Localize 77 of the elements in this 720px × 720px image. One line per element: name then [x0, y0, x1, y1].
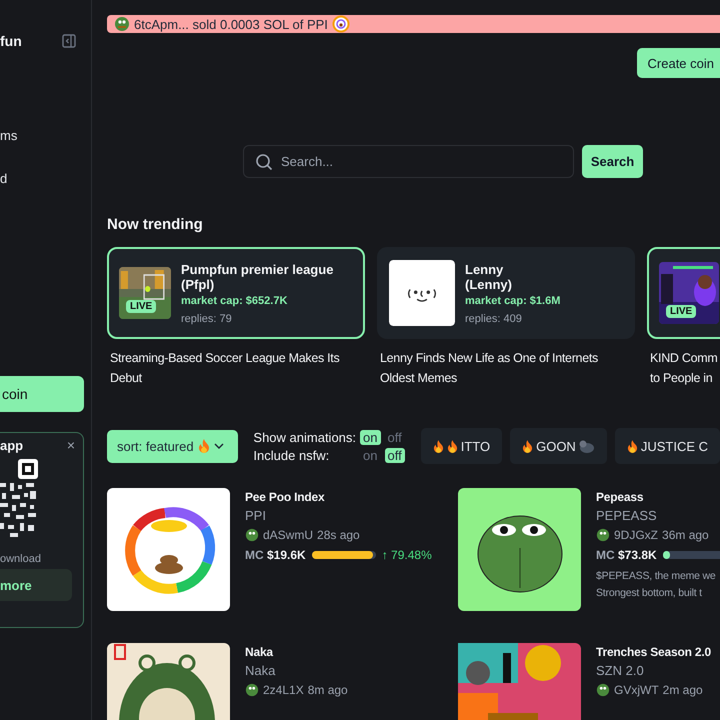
nav-item[interactable]: d [0, 171, 91, 186]
section-title: Now trending [107, 216, 204, 233]
coin-ticker: PEPEASS [596, 508, 658, 523]
headline[interactable]: KIND Comm to People in [647, 348, 720, 388]
live-badge: LIVE [126, 300, 156, 313]
logo-text[interactable]: fun [0, 33, 22, 49]
chip-label: GOON [536, 438, 576, 454]
flame-icon [522, 440, 534, 452]
coin-name[interactable]: Trenches Season 2.0 [596, 645, 711, 659]
sort-dropdown[interactable]: sort: featured [107, 430, 238, 462]
coin-ticker: (Pfpl) [181, 276, 214, 292]
coin-name: Lenny [465, 262, 504, 276]
creator-link[interactable]: dASwmU [263, 528, 314, 542]
market-cap: MC $19.6K [245, 548, 306, 562]
created-time: 8m ago [308, 683, 348, 697]
coin-description: $PEPEASS, the meme we Strongest bottom, built t [596, 569, 717, 601]
live-badge: LIVE [666, 305, 696, 318]
search-field[interactable]: Search... [243, 145, 574, 178]
sidebar-collapse-icon[interactable] [62, 34, 76, 48]
chip-label: ITTO [460, 438, 490, 454]
toggle-option[interactable]: off [384, 448, 405, 462]
reply-count: replies: 79 [181, 312, 233, 324]
create-coin-button[interactable]: coin [0, 376, 84, 412]
token-chip[interactable]: GOON [510, 428, 607, 464]
frog-avatar-icon [596, 528, 610, 542]
chevron-down-icon [214, 443, 224, 449]
toggle-option[interactable]: on [360, 430, 380, 444]
coin-ticker: SZN 2.0 [596, 663, 645, 678]
token-chip[interactable]: ITTO [420, 428, 502, 464]
creator-link[interactable]: 9DJGxZ [614, 528, 658, 542]
toggle-option[interactable]: on [360, 448, 380, 462]
chip-label: JUSTICE C [640, 438, 708, 454]
price-change: ↑ 79.48% [382, 548, 432, 562]
reply-count: replies: 409 [465, 312, 523, 324]
coin-name[interactable]: Pepeass [596, 490, 720, 504]
coin-name[interactable]: Pee Poo Index [245, 490, 432, 504]
created-time: 28s ago [317, 528, 360, 542]
created-time: 2m ago [662, 683, 703, 697]
coin-ticker: Naka [245, 663, 276, 678]
trending-card[interactable]: Lenny (Lenny) market cap: $1.6M replies: 409 [377, 247, 635, 339]
frog-avatar-icon [114, 16, 130, 32]
learn-more-button[interactable]: more [0, 569, 72, 601]
created-time: 36m ago [662, 528, 709, 542]
search-icon [255, 153, 273, 171]
coin-name[interactable]: Naka [245, 645, 348, 659]
coin-name: Pumpfun premier league [181, 262, 334, 276]
market-cap: MC $73.8K [596, 548, 657, 562]
trending-card[interactable]: LIVE Pumpfun premier league (Pfpl) market cap: $652.7K replies: 79 [107, 247, 365, 339]
headline[interactable]: Streaming-Based Soccer League Makes Its Debut [107, 348, 365, 388]
coin-icon [332, 15, 350, 33]
flame-icon [432, 440, 444, 452]
coin-ticker: PPI [245, 508, 267, 523]
flame-icon [626, 440, 638, 452]
coin-ticker: (Lenny) [465, 276, 513, 292]
flame-icon [198, 439, 210, 453]
flame-icon [446, 440, 458, 452]
qr-code-icon [0, 459, 38, 539]
search-button[interactable]: Search [582, 145, 643, 178]
market-cap: market cap: $1.6M [465, 294, 560, 306]
creator-link[interactable]: GVxjWT [614, 683, 659, 697]
frog-avatar-icon [245, 683, 259, 697]
toggle-option[interactable]: off [384, 430, 405, 444]
creator-link[interactable]: 2z4L1X [263, 683, 304, 697]
download-caption: ownload [0, 553, 42, 565]
frog-avatar-icon [245, 528, 259, 542]
toggle-label: Include nsfw: [253, 448, 330, 462]
frog-avatar-icon [596, 683, 610, 697]
ticker-text: 6tcApm... sold 0.0003 SOL of PPI [134, 16, 328, 32]
market-cap: market cap: $652.7K [181, 294, 288, 306]
create-coin-button[interactable]: Create coin [636, 48, 720, 78]
headline[interactable]: Lenny Finds New Life as One of Internets Oldest Memes [377, 348, 635, 388]
token-chip[interactable]: JUSTICE C [614, 428, 720, 464]
trending-card[interactable]: LIVE [647, 247, 720, 339]
close-button[interactable]: × [66, 437, 75, 453]
toggle-label: Show animations: [253, 430, 356, 444]
nav-item[interactable]: ms [0, 128, 91, 143]
app-card-title: app [0, 438, 24, 452]
